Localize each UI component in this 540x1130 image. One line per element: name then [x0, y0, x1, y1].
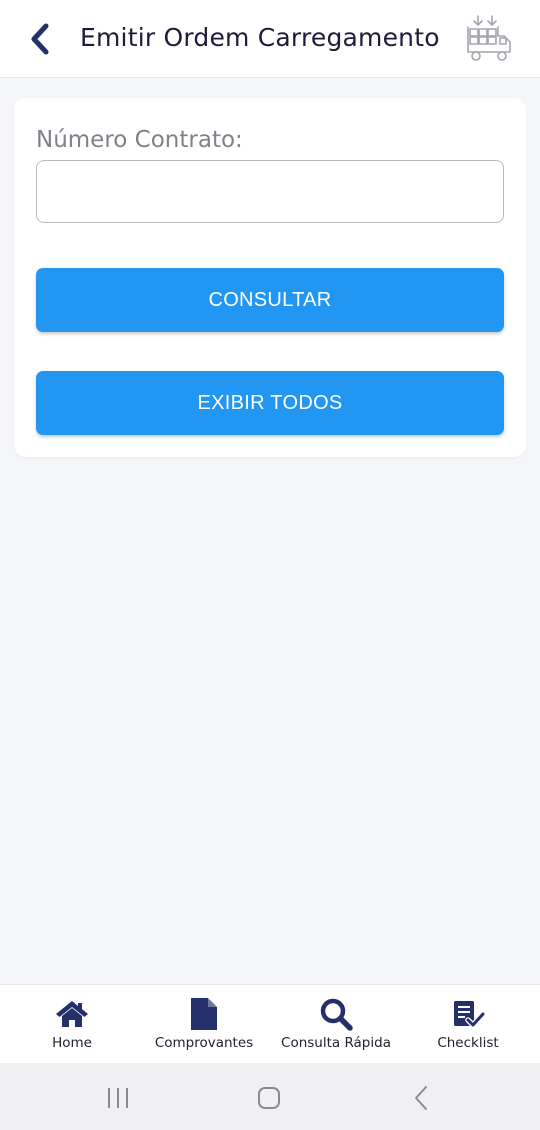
nav-label-home: Home: [52, 1035, 92, 1051]
nav-item-consulta-rapida[interactable]: Consulta Rápida: [272, 985, 400, 1064]
back-button[interactable]: [22, 20, 58, 58]
recent-apps-button[interactable]: [98, 1083, 138, 1113]
nav-item-checklist[interactable]: Checklist: [428, 985, 508, 1064]
contract-number-label: Número Contrato:: [36, 127, 243, 153]
consultar-button[interactable]: CONSULTAR: [36, 268, 504, 332]
nav-label-checklist: Checklist: [437, 1035, 499, 1051]
nav-item-home[interactable]: Home: [32, 985, 112, 1064]
page-title: Emitir Ordem Carregamento: [80, 23, 440, 52]
bottom-navigation: Home Comprovantes Consulta Rápida Checkl…: [0, 984, 540, 1063]
chevron-left-icon: [31, 23, 49, 55]
system-navigation-bar: [0, 1063, 540, 1130]
recent-apps-icon: [108, 1088, 128, 1108]
exibir-todos-button[interactable]: EXIBIR TODOS: [36, 371, 504, 435]
home-icon: [56, 1001, 88, 1027]
system-back-button[interactable]: [401, 1083, 441, 1113]
checklist-icon: [454, 1001, 485, 1028]
nav-label-comprovantes: Comprovantes: [154, 1035, 254, 1051]
search-icon: [320, 998, 353, 1031]
system-home-button[interactable]: [249, 1083, 289, 1113]
nav-label-consulta-rapida: Consulta Rápida: [281, 1035, 391, 1051]
document-icon: [191, 998, 217, 1030]
loading-truck-icon: [467, 15, 511, 61]
back-icon: [415, 1086, 427, 1110]
nav-item-comprovantes[interactable]: Comprovantes: [144, 985, 264, 1064]
contract-number-input[interactable]: [36, 160, 504, 223]
app-header: Emitir Ordem Carregamento: [0, 0, 540, 78]
home-circle-icon: [258, 1087, 280, 1109]
